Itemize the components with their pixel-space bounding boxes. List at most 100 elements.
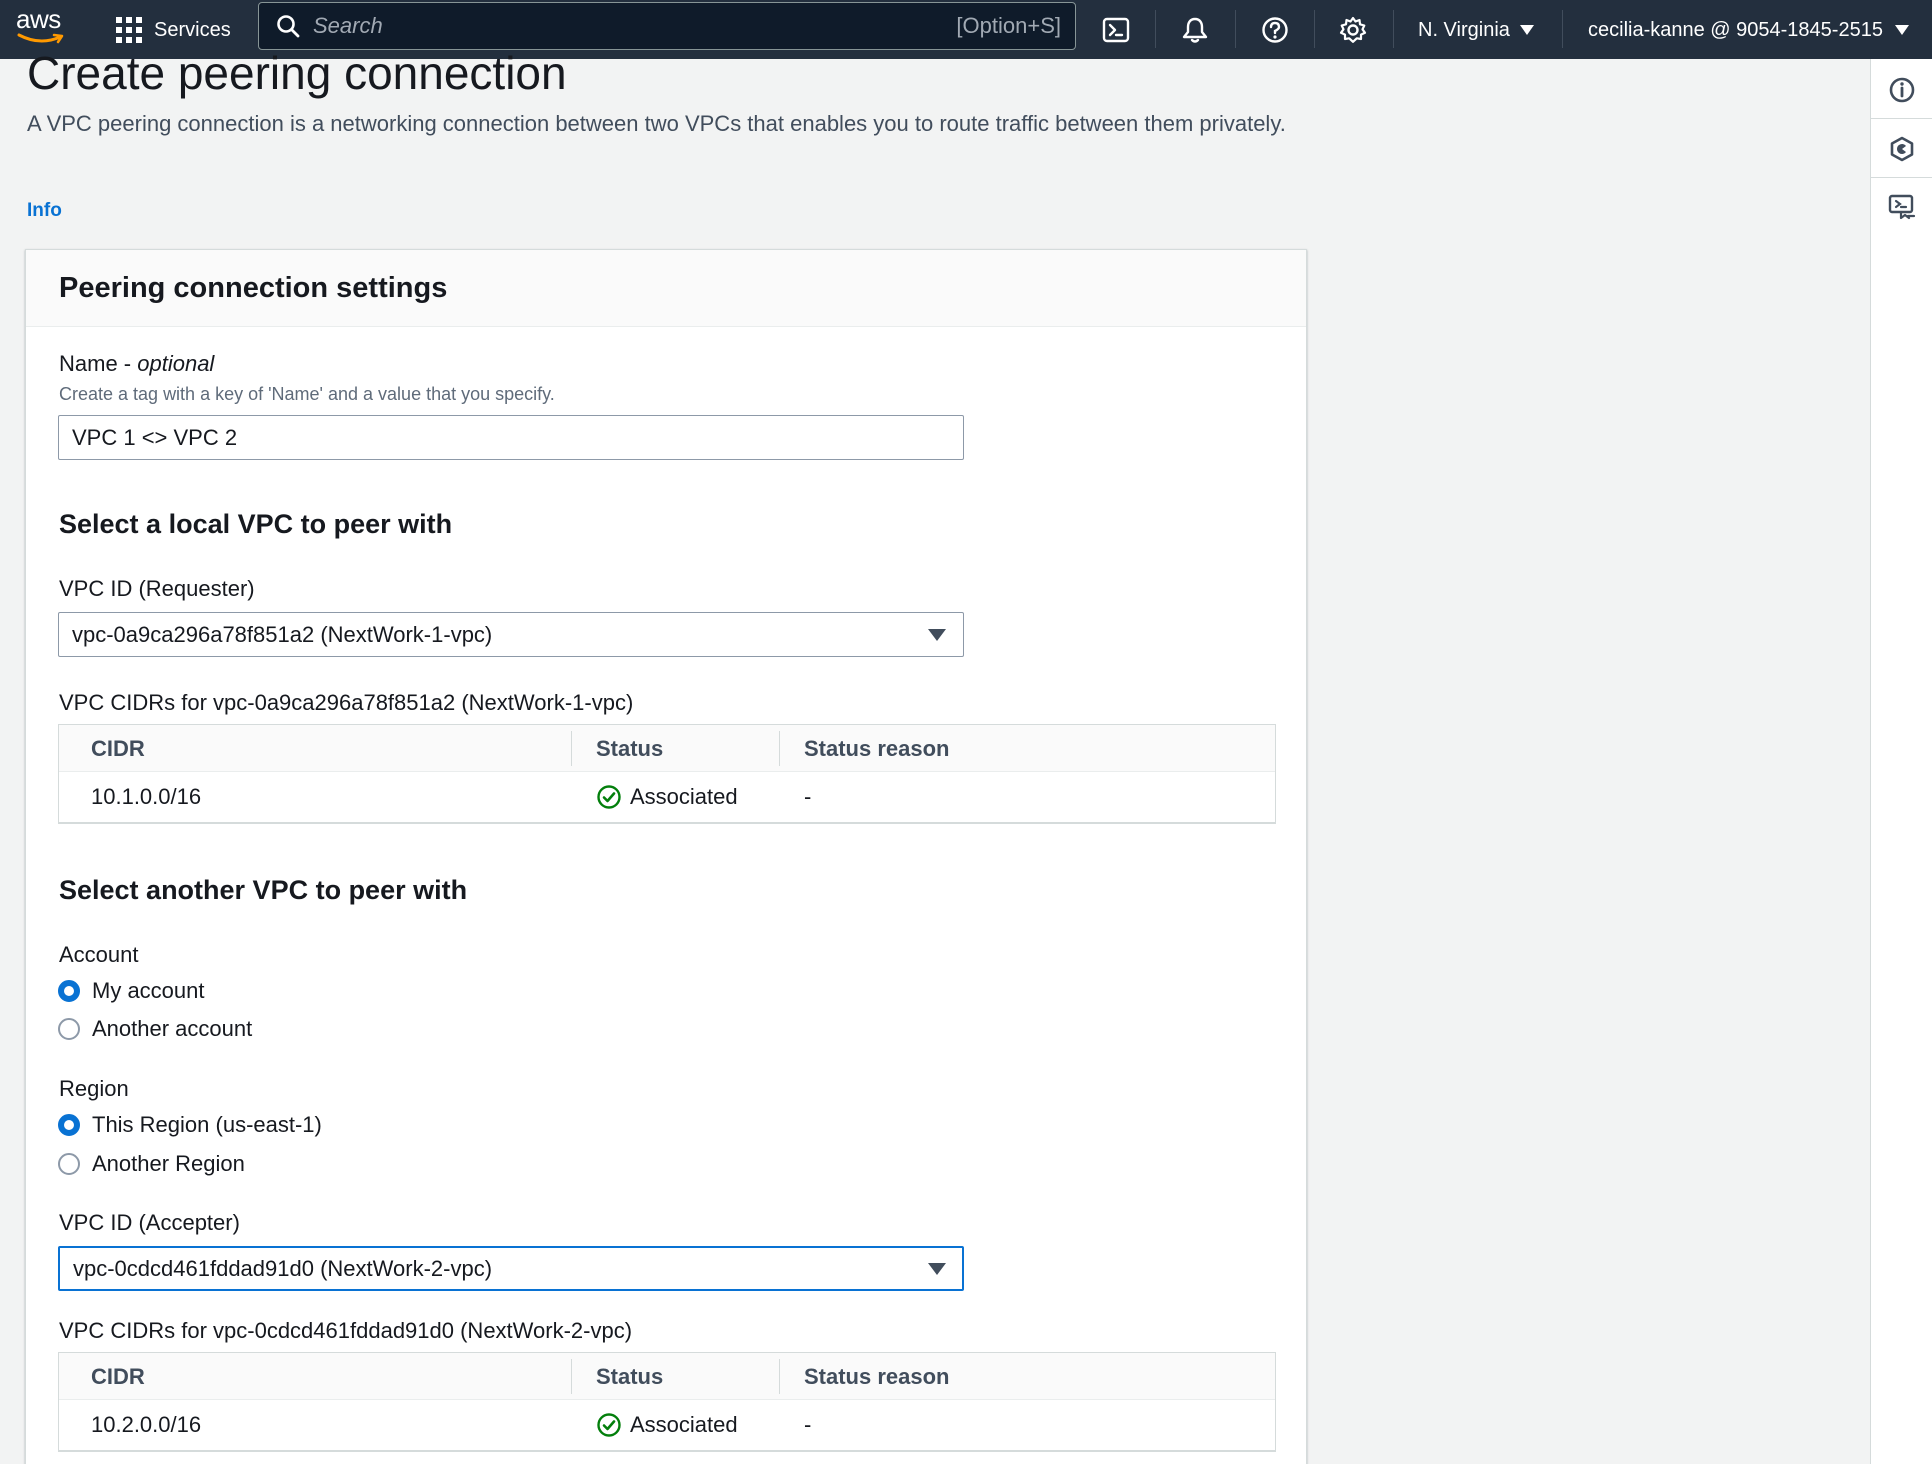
services-label: Services — [154, 18, 231, 41]
radio-label: Another Region — [92, 1151, 245, 1176]
help-button[interactable] — [1255, 10, 1295, 50]
search-icon — [277, 15, 300, 38]
info-link[interactable]: Info — [27, 200, 62, 222]
cidr-cell: 10.2.0.0/16 — [91, 1412, 202, 1437]
chevron-down-icon — [1894, 25, 1909, 35]
status-cell: Associated — [596, 772, 738, 822]
feedback-panel-button[interactable] — [1887, 192, 1917, 222]
account-field-label: Account — [59, 942, 139, 967]
nav-divider — [1235, 10, 1236, 48]
container-header: Peering connection settings — [26, 250, 1306, 327]
gear-icon — [1339, 16, 1367, 43]
radio-label: My account — [92, 978, 205, 1003]
name-input[interactable]: VPC 1 <> VPC 2 — [58, 415, 964, 460]
name-field-hint: Create a tag with a key of 'Name' and a … — [59, 384, 555, 404]
cloudshell-icon — [1102, 17, 1130, 43]
radio-this-region[interactable]: This Region (us-east-1) — [58, 1112, 322, 1138]
caret-down-icon — [928, 1263, 946, 1275]
accepter-vpc-value: vpc-0cdcd461fddad91d0 (NextWork-2-vpc) — [73, 1255, 493, 1281]
container-heading: Peering connection settings — [59, 271, 448, 304]
accepter-vpc-select[interactable]: vpc-0cdcd461fddad91d0 (NextWork-2-vpc) — [58, 1246, 964, 1291]
peering-settings-container: Peering connection settings Name - optio… — [25, 249, 1307, 1464]
status-text: Associated — [630, 1412, 738, 1437]
column-header-status: Status — [596, 1363, 664, 1389]
column-header-status: Status — [596, 735, 664, 761]
radio-label: This Region (us-east-1) — [92, 1112, 322, 1137]
requester-cidr-table: CIDR Status Status reason 10.1.0.0/16 As… — [58, 724, 1276, 824]
tools-rail — [1870, 59, 1932, 1464]
radio-checked-icon — [58, 1114, 80, 1136]
aws-smile-icon — [17, 33, 64, 44]
info-panel-button[interactable] — [1887, 75, 1917, 105]
column-divider — [779, 731, 780, 766]
page-title: Create peering connection — [27, 47, 567, 99]
status-reason-cell: - — [804, 784, 812, 809]
check-circle-icon — [597, 1413, 621, 1437]
requester-vpc-label: VPC ID (Requester) — [59, 576, 255, 601]
name-label-text: Name - — [59, 351, 138, 376]
page-description: A VPC peering connection is a networking… — [27, 111, 1286, 136]
local-vpc-heading: Select a local VPC to peer with — [59, 509, 453, 539]
resources-panel-button[interactable] — [1887, 134, 1917, 164]
status-text: Associated — [630, 784, 738, 809]
name-field-label: Name - optional — [59, 351, 214, 377]
region-label: N. Virginia — [1418, 18, 1510, 41]
notifications-button[interactable] — [1175, 10, 1215, 50]
column-header-cidr: CIDR — [91, 735, 145, 761]
radio-my-account[interactable]: My account — [58, 978, 205, 1004]
requester-vpc-select[interactable]: vpc-0a9ca296a78f851a2 (NextWork-1-vpc) — [58, 612, 964, 657]
region-field-label: Region — [59, 1076, 129, 1101]
radio-checked-icon — [58, 980, 80, 1002]
search-placeholder: Search — [313, 13, 383, 38]
cidr-cell: 10.1.0.0/16 — [91, 784, 202, 809]
check-circle-icon — [597, 785, 621, 809]
account-label: cecilia-kanne @ 9054-1845-2515 — [1588, 18, 1883, 41]
status-reason-cell: - — [804, 1412, 812, 1437]
radio-label: Another account — [92, 1016, 253, 1041]
chevron-down-icon — [1519, 25, 1534, 35]
table-header: CIDR Status Status reason — [59, 725, 1275, 772]
search-input[interactable]: Search [Option+S] — [258, 2, 1076, 50]
radio-unchecked-icon — [58, 1153, 80, 1175]
region-selector[interactable]: N. Virginia — [1418, 12, 1534, 48]
nav-divider — [1314, 10, 1315, 48]
cloudshell-button[interactable] — [1096, 10, 1136, 50]
accepter-cidr-table: CIDR Status Status reason 10.2.0.0/16 As… — [58, 1352, 1276, 1452]
column-divider — [571, 1359, 572, 1394]
requester-vpc-value: vpc-0a9ca296a78f851a2 (NextWork-1-vpc) — [72, 621, 493, 647]
name-optional-text: optional — [137, 351, 215, 376]
nav-divider — [1562, 10, 1563, 48]
status-cell: Associated — [596, 1400, 738, 1450]
accepter-vpc-label: VPC ID (Accepter) — [59, 1210, 240, 1235]
rail-divider — [1871, 118, 1932, 119]
table-row: 10.2.0.0/16 Associated - — [59, 1400, 1275, 1450]
hexagon-icon — [1890, 136, 1914, 162]
radio-another-account[interactable]: Another account — [58, 1016, 252, 1042]
nav-divider — [1393, 10, 1394, 48]
radio-another-region[interactable]: Another Region — [58, 1151, 245, 1177]
table-row: 10.1.0.0/16 Associated - — [59, 772, 1275, 822]
column-header-cidr: CIDR — [91, 1363, 145, 1389]
rail-divider — [1871, 177, 1932, 178]
name-input-value: VPC 1 <> VPC 2 — [72, 424, 238, 450]
column-header-status-reason: Status reason — [804, 1363, 950, 1389]
search-shortcut: [Option+S] — [956, 13, 1061, 38]
column-divider — [571, 731, 572, 766]
info-icon — [1889, 77, 1915, 103]
apps-grid-icon — [116, 17, 142, 43]
settings-button[interactable] — [1333, 10, 1373, 50]
column-divider — [779, 1359, 780, 1394]
requester-cidrs-label: VPC CIDRs for vpc-0a9ca296a78f851a2 (Nex… — [59, 690, 634, 715]
accepter-cidrs-label: VPC CIDRs for vpc-0cdcd461fddad91d0 (Nex… — [59, 1318, 633, 1343]
bell-icon — [1182, 17, 1208, 43]
column-header-status-reason: Status reason — [804, 735, 950, 761]
nav-divider — [1155, 10, 1156, 48]
other-vpc-heading: Select another VPC to peer with — [59, 875, 468, 905]
account-menu[interactable]: cecilia-kanne @ 9054-1845-2515 — [1588, 12, 1909, 48]
caret-down-icon — [928, 629, 946, 641]
services-menu-button[interactable]: Services — [116, 10, 231, 50]
table-header: CIDR Status Status reason — [59, 1353, 1275, 1400]
tutorial-icon — [1888, 194, 1916, 220]
radio-unchecked-icon — [58, 1018, 80, 1040]
aws-logo-text: aws — [16, 4, 61, 34]
